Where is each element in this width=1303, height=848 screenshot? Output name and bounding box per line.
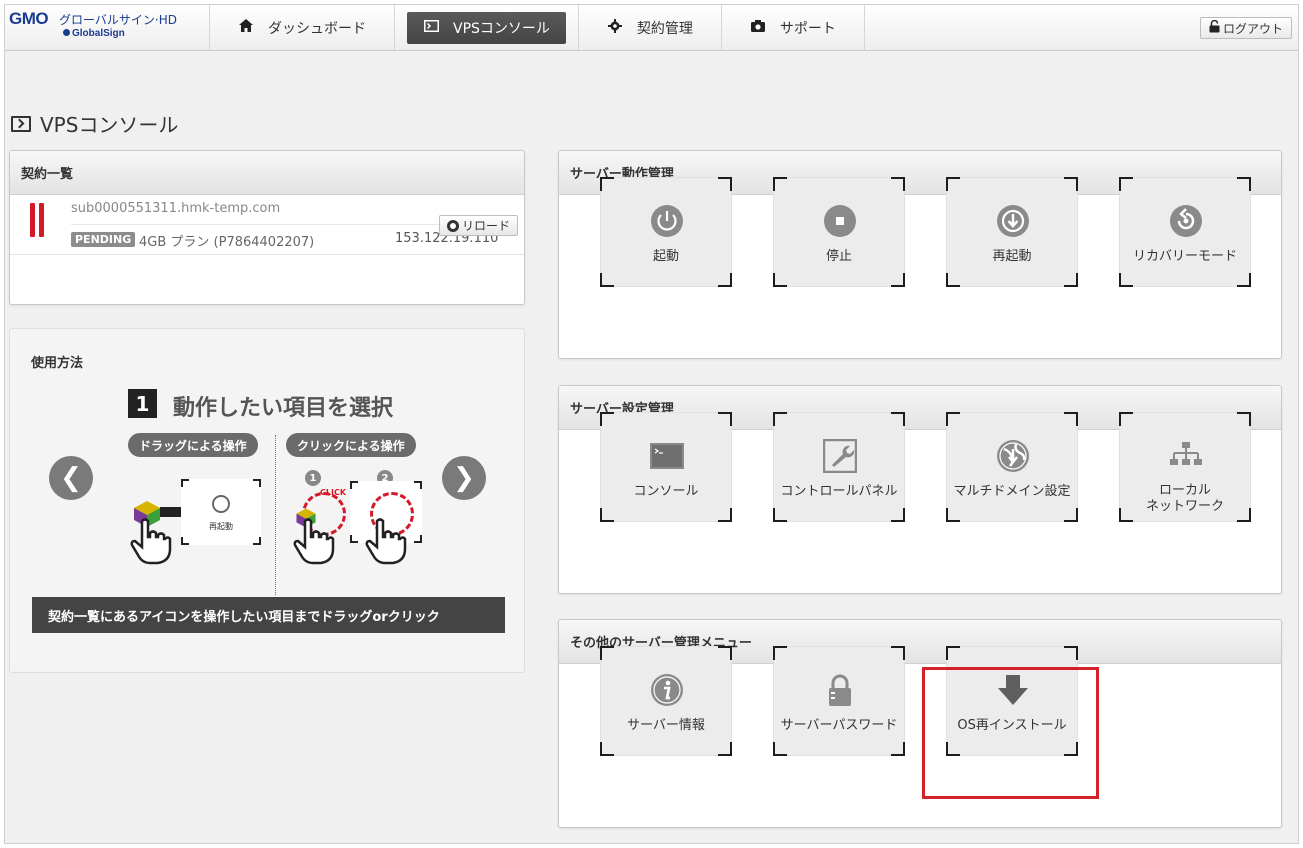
recovery-icon [1170, 205, 1202, 237]
hand-pointer-icon [365, 518, 407, 565]
os-reinstall-highlight [922, 667, 1099, 799]
console-tile[interactable]: コンソール [600, 412, 732, 522]
stop-icon [824, 205, 856, 237]
usage-panel: 使用方法 1 動作したい項目を選択 ドラッグによる操作 クリックによる操作 ❮ … [9, 328, 525, 673]
restart-icon [997, 205, 1029, 237]
app-frame: GMO グローバルサイン·HD GlobalSign ダッシュボード VPSコン… [4, 4, 1299, 844]
logout-button[interactable]: ログアウト [1199, 17, 1292, 39]
server-settings-panel: サーバー設定管理 コンソール コントロールパネル マルチドメイン設定 ローカル … [558, 385, 1282, 594]
step-text: 動作したい項目を選択 [173, 396, 394, 421]
info-icon [651, 674, 683, 706]
usage-heading: 使用方法 [31, 356, 84, 371]
logo-sub-text: グローバルサイン·HD [59, 13, 177, 27]
recovery-mode-tile[interactable]: リカバリーモード [1119, 177, 1251, 287]
power-icon [651, 205, 683, 237]
globalsign-dot-icon [63, 29, 70, 36]
unlock-icon [1209, 19, 1220, 36]
server-info-label: サーバー情報 [627, 718, 705, 733]
multi-domain-tile[interactable]: マルチドメイン設定 [946, 412, 1078, 522]
stop-tile[interactable]: 停止 [773, 177, 905, 287]
contract-hostname: sub0000551311.hmk-temp.com [71, 201, 281, 216]
logo-gmo-text: GMO [9, 9, 49, 28]
step-number: 1 [128, 389, 157, 418]
demo-restart-label: 再起動 [209, 522, 233, 531]
logout-label: ログアウト [1222, 21, 1283, 36]
server-info-tile[interactable]: サーバー情報 [600, 646, 732, 756]
drag-handle-icon[interactable] [28, 203, 46, 237]
step-1-badge: 1 [305, 470, 321, 486]
demo-restart-tile: 再起動 [181, 479, 261, 545]
camera-icon [750, 19, 766, 36]
local-network-tile[interactable]: ローカル ネットワーク [1119, 412, 1251, 522]
home-icon [238, 19, 254, 36]
local-network-label: ローカル ネットワーク [1120, 483, 1250, 515]
stop-label: 停止 [825, 249, 852, 264]
nav-contract-label: 契約管理 [636, 20, 693, 37]
usage-caption: 契約一覧にあるアイコンを操作したい項目までドラッグorクリック [32, 597, 505, 633]
server-operations-panel: サーバー動作管理 起動 停止 再起動 リカバリーモード [558, 150, 1282, 359]
nav-dashboard[interactable]: ダッシュボード [209, 5, 394, 50]
start-label: 起動 [652, 249, 679, 264]
top-nav-bar: GMO グローバルサイン·HD GlobalSign ダッシュボード VPSコン… [5, 5, 1298, 51]
contract-list-heading: 契約一覧 [10, 151, 524, 195]
restart-label: 再起動 [992, 249, 1032, 264]
hand-pointer-icon [130, 518, 172, 565]
status-badge: PENDING [71, 232, 136, 247]
page-title: VPSコンソール [11, 109, 178, 138]
server-operations-tiles: 起動 停止 再起動 リカバリーモード [600, 177, 1292, 287]
lock-icon [829, 674, 851, 706]
recovery-mode-label: リカバリーモード [1132, 249, 1237, 264]
nav-vps-console-pill: VPSコンソール [407, 11, 566, 44]
nav-support-label: サポート [779, 20, 836, 37]
server-password-label: サーバーパスワード [780, 718, 898, 733]
chevron-right-icon: ❯ [453, 463, 475, 493]
logo-globalsign-text: GlobalSign [72, 28, 125, 39]
nav-vps-console-label: VPSコンソール [453, 20, 550, 37]
carousel-prev-button[interactable]: ❮ [49, 456, 93, 500]
local-network-label-line2: ネットワーク [1145, 499, 1224, 514]
control-panel-label: コントロールパネル [780, 484, 898, 499]
usage-divider [275, 435, 276, 595]
reload-button[interactable]: リロード [438, 215, 518, 236]
network-icon [1170, 442, 1202, 465]
console-icon [650, 443, 684, 469]
main-nav: ダッシュボード VPSコンソール 契約管理 サポート [209, 5, 865, 50]
globe-icon [997, 440, 1029, 472]
multi-domain-label: マルチドメイン設定 [953, 484, 1071, 499]
contract-list-panel: 契約一覧 sub0000551311.hmk-temp.com PENDING … [9, 150, 525, 305]
nav-contract-management[interactable]: 契約管理 [577, 5, 721, 50]
drag-tag: ドラッグによる操作 [128, 433, 258, 457]
wrench-icon [823, 439, 857, 473]
other-menu-panel: その他のサーバー管理メニュー サーバー情報 サーバーパスワード OS再インストー… [558, 619, 1282, 828]
start-tile[interactable]: 起動 [600, 177, 732, 287]
server-password-tile[interactable]: サーバーパスワード [773, 646, 905, 756]
gear-icon [607, 18, 623, 37]
click-tag: クリックによる操作 [286, 433, 416, 457]
terminal-icon [11, 115, 31, 132]
local-network-label-line1: ローカル [1158, 483, 1211, 498]
contract-plan: 4GB プラン (P7864402207) [139, 235, 315, 250]
restart-tile[interactable]: 再起動 [946, 177, 1078, 287]
gmo-globalsign-logo[interactable]: GMO グローバルサイン·HD GlobalSign [9, 9, 209, 45]
server-settings-tiles: コンソール コントロールパネル マルチドメイン設定 ローカル ネットワーク [600, 412, 1292, 522]
logo-globalsign: GlobalSign [63, 28, 125, 39]
hand-pointer-icon [293, 518, 335, 565]
control-panel-tile[interactable]: コントロールパネル [773, 412, 905, 522]
nav-vps-console[interactable]: VPSコンソール [394, 5, 578, 50]
page-title-text: VPSコンソール [40, 113, 179, 137]
console-label: コンソール [633, 484, 699, 499]
reload-label: リロード [461, 219, 510, 233]
nav-support[interactable]: サポート [720, 5, 865, 50]
terminal-icon [423, 19, 439, 36]
chevron-left-icon: ❮ [60, 463, 82, 493]
reload-icon [446, 219, 459, 232]
nav-dashboard-label: ダッシュボード [268, 20, 366, 37]
restart-icon [212, 495, 230, 513]
carousel-next-button[interactable]: ❯ [442, 456, 486, 500]
